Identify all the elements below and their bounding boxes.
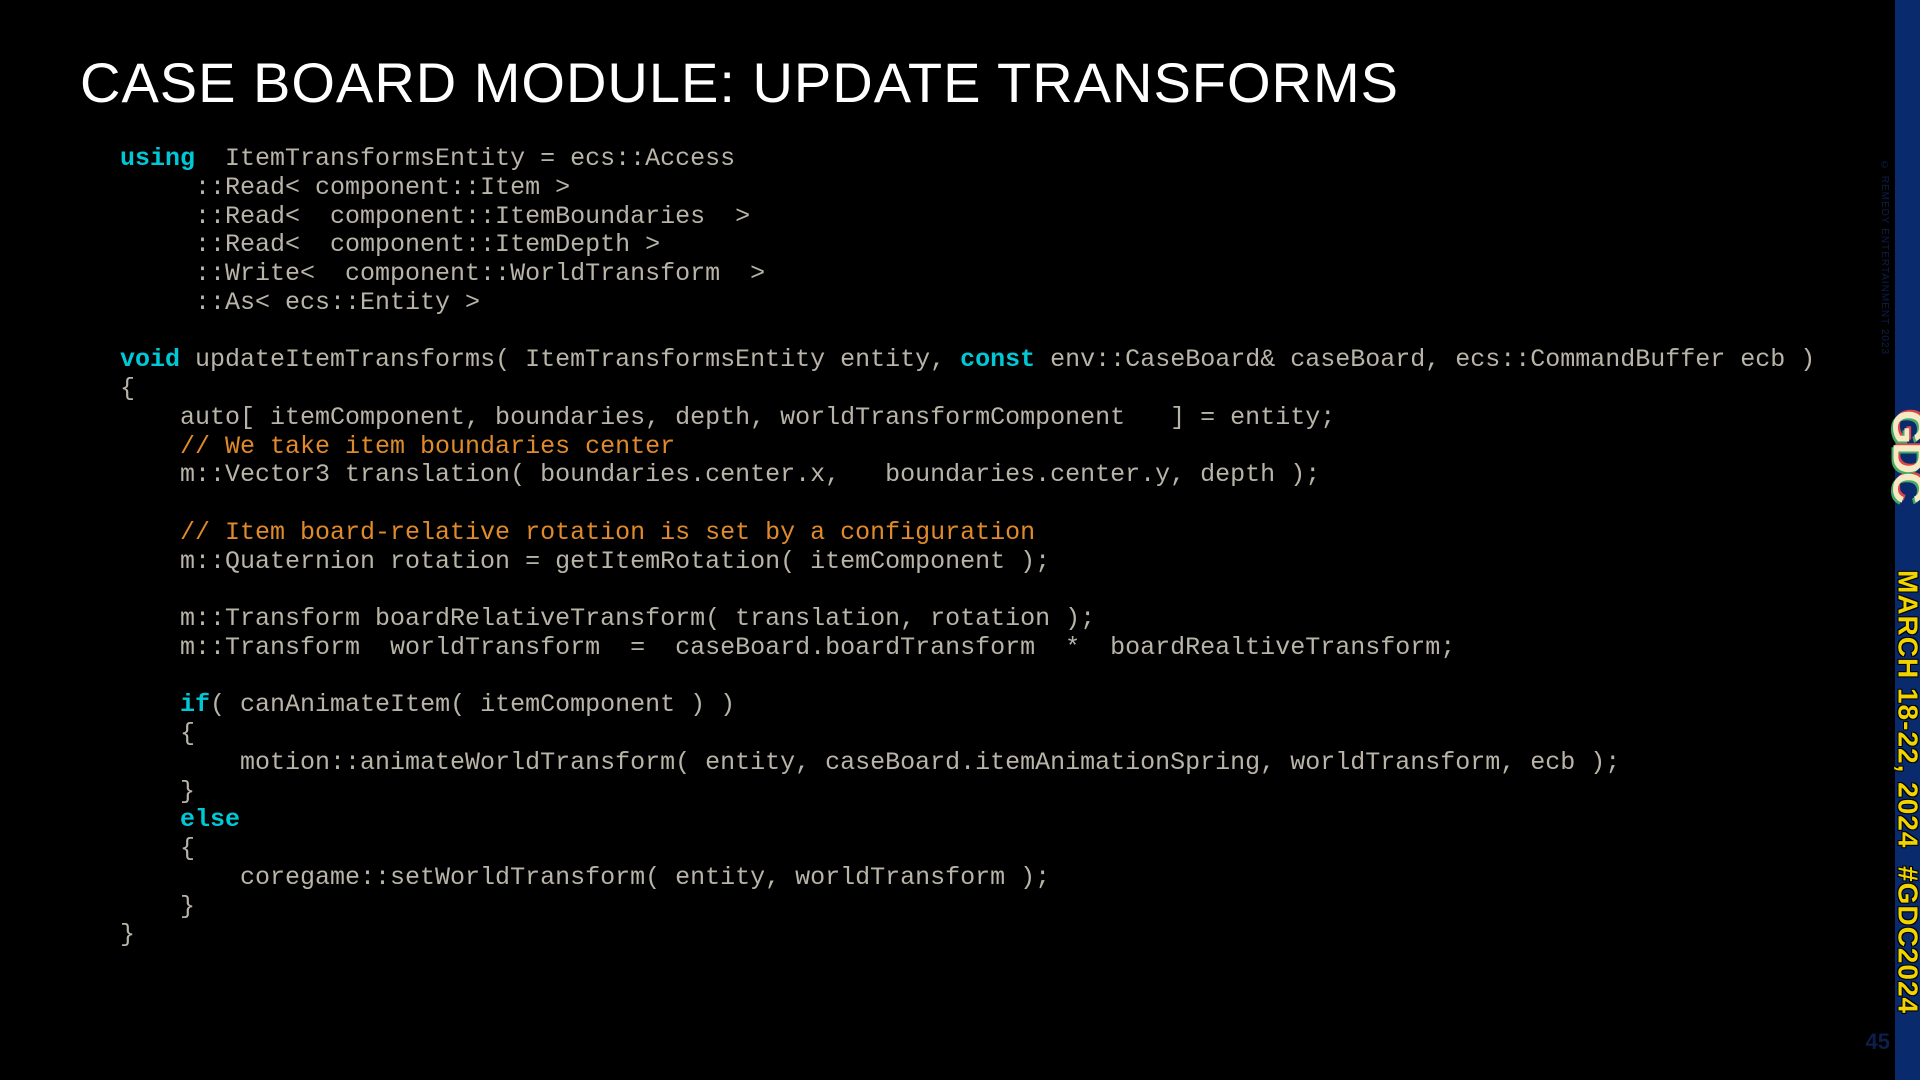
page-number: 45 xyxy=(1866,1029,1890,1055)
code-line xyxy=(120,805,180,834)
code-kw-const: const xyxy=(960,345,1035,374)
code-kw-using: using xyxy=(120,144,195,173)
slide: CASE BOARD MODULE: UPDATE TRANSFORMS usi… xyxy=(0,0,1920,1080)
code-kw-if: if xyxy=(180,690,210,719)
code-line: { xyxy=(120,834,195,863)
remedy-logo-icon xyxy=(1825,50,1895,120)
code-line: m::Quaternion rotation = getItemRotation… xyxy=(120,547,1050,576)
code-line: env::CaseBoard& caseBoard, ecs::CommandB… xyxy=(1035,345,1815,374)
code-line: ItemTransformsEntity = ecs::Access xyxy=(195,144,735,173)
code-line: updateItemTransforms( ItemTransformsEnti… xyxy=(180,345,960,374)
event-hashtag: #GDC2024 xyxy=(1893,866,1920,1014)
slide-main: CASE BOARD MODULE: UPDATE TRANSFORMS usi… xyxy=(0,0,1895,1080)
code-comment: // Item board-relative rotation is set b… xyxy=(120,518,1035,547)
slide-title: CASE BOARD MODULE: UPDATE TRANSFORMS xyxy=(80,50,1815,115)
code-block: using ItemTransformsEntity = ecs::Access… xyxy=(80,145,1815,950)
code-kw-void: void xyxy=(120,345,180,374)
code-line: m::Vector3 translation( boundaries.cente… xyxy=(120,460,1320,489)
code-line: ::Read< component::ItemBoundaries > xyxy=(120,202,750,231)
code-line: auto[ itemComponent, boundaries, depth, … xyxy=(120,403,1335,432)
code-line: ::Read< component::ItemDepth > xyxy=(120,230,660,259)
remedy-r-icon xyxy=(1825,50,1895,120)
code-line xyxy=(120,690,180,719)
code-line: motion::animateWorldTransform( entity, c… xyxy=(120,748,1620,777)
code-line: ::Write< component::WorldTransform > xyxy=(120,259,765,288)
code-line: } xyxy=(120,920,135,949)
code-line: } xyxy=(120,777,195,806)
code-comment: // We take item boundaries center xyxy=(120,432,675,461)
code-line: coregame::setWorldTransform( entity, wor… xyxy=(120,863,1050,892)
code-line: ( canAnimateItem( itemComponent ) ) xyxy=(210,690,735,719)
event-date: MARCH 18-22, 2024 xyxy=(1893,570,1920,848)
code-line: m::Transform worldTransform = caseBoard.… xyxy=(120,633,1455,662)
code-line: { xyxy=(120,374,135,403)
code-line: } xyxy=(120,892,195,921)
event-date-hashtag: MARCH 18-22, 2024 #GDC2024 xyxy=(1892,570,1920,1014)
code-line: ::As< ecs::Entity > xyxy=(120,288,480,317)
code-kw-else: else xyxy=(180,805,240,834)
code-line: ::Read< component::Item > xyxy=(120,173,570,202)
gdc-logo: GDC xyxy=(1883,410,1920,502)
code-line: m::Transform boardRelativeTransform( tra… xyxy=(120,604,1095,633)
code-line: { xyxy=(120,719,195,748)
copyright-text: © REMEDY ENTERTAINMENT 2023 xyxy=(1879,160,1890,355)
sidebar: © REMEDY ENTERTAINMENT 2023 GDC MARCH 18… xyxy=(1895,0,1920,1080)
